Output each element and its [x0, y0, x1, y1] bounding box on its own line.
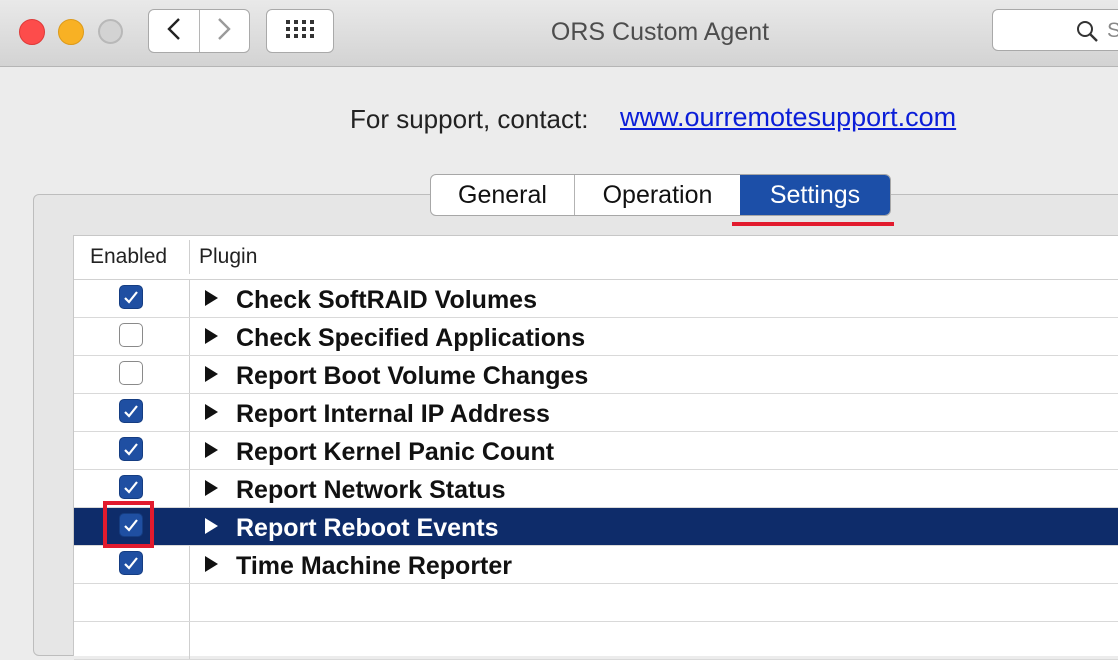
table-header: Enabled Plugin — [74, 236, 1118, 280]
disclosure-triangle-icon[interactable] — [205, 404, 218, 420]
enabled-checkbox[interactable] — [119, 285, 143, 309]
plugin-name: Time Machine Reporter — [236, 552, 513, 580]
search-field[interactable]: S — [992, 9, 1118, 51]
empty-row — [74, 622, 1118, 660]
disclosure-triangle-icon[interactable] — [205, 366, 218, 382]
plugin-name: Report Boot Volume Changes — [236, 362, 589, 390]
tab-highlight-underline — [732, 222, 894, 226]
tab-settings[interactable]: Settings — [740, 175, 890, 215]
table-row[interactable]: Report Network Status — [74, 470, 1118, 508]
plugin-name: Check SoftRAID Volumes — [236, 286, 537, 314]
table-row[interactable]: Report Reboot Events — [74, 508, 1118, 546]
disclosure-triangle-icon[interactable] — [205, 556, 218, 572]
forward-button[interactable] — [198, 10, 250, 52]
tab-bar: General Operation Settings — [430, 174, 891, 216]
enabled-checkbox[interactable] — [119, 551, 143, 575]
table-row[interactable]: Report Internal IP Address — [74, 394, 1118, 432]
tab-general[interactable]: General — [431, 175, 574, 215]
back-forward-group — [148, 9, 250, 53]
forward-arrow-icon — [217, 17, 231, 46]
table-row[interactable]: Check SoftRAID Volumes — [74, 280, 1118, 318]
column-header-plugin[interactable]: Plugin — [199, 245, 257, 269]
column-header-enabled[interactable]: Enabled — [90, 245, 167, 269]
disclosure-triangle-icon[interactable] — [205, 328, 218, 344]
table-row[interactable]: Check Specified Applications — [74, 318, 1118, 356]
enabled-checkbox[interactable] — [119, 361, 143, 385]
zoom-window-button[interactable] — [98, 19, 123, 44]
back-button[interactable] — [149, 10, 199, 52]
disclosure-triangle-icon[interactable] — [205, 480, 218, 496]
disclosure-triangle-icon[interactable] — [205, 442, 218, 458]
search-icon — [1075, 19, 1099, 48]
enabled-checkbox[interactable] — [119, 323, 143, 347]
plugin-name: Report Network Status — [236, 476, 506, 504]
minimize-window-button[interactable] — [58, 19, 84, 45]
table-body: Check SoftRAID Volumes Check Specified Ap… — [74, 280, 1118, 660]
empty-row — [74, 584, 1118, 622]
table-row[interactable]: Report Kernel Panic Count — [74, 432, 1118, 470]
enabled-checkbox[interactable] — [119, 437, 143, 461]
highlight-box — [103, 501, 154, 548]
column-separator — [189, 240, 190, 274]
window-title: ORS Custom Agent — [550, 18, 770, 46]
tab-operation[interactable]: Operation — [574, 175, 740, 215]
table-row[interactable]: Time Machine Reporter — [74, 546, 1118, 584]
plugin-name: Report Reboot Events — [236, 514, 499, 542]
grid-icon — [285, 19, 315, 44]
plugins-table: Enabled Plugin Check SoftRAID Volumes Che… — [73, 235, 1118, 660]
enabled-checkbox[interactable] — [119, 475, 143, 499]
plugin-name: Check Specified Applications — [236, 324, 586, 352]
disclosure-triangle-icon[interactable] — [205, 518, 218, 534]
table-row[interactable]: Report Boot Volume Changes — [74, 356, 1118, 394]
disclosure-triangle-icon[interactable] — [205, 290, 218, 306]
plugin-name: Report Internal IP Address — [236, 400, 550, 428]
close-window-button[interactable] — [19, 19, 45, 45]
plugin-name: Report Kernel Panic Count — [236, 438, 555, 466]
support-label: For support, contact: — [350, 104, 589, 134]
back-arrow-icon — [167, 17, 181, 46]
support-link[interactable]: www.ourremotesupport.com — [620, 102, 956, 133]
search-placeholder: S — [1107, 19, 1118, 42]
title-bar: ORS Custom Agent S — [0, 0, 1118, 67]
show-all-button[interactable] — [266, 9, 334, 53]
enabled-checkbox[interactable] — [119, 399, 143, 423]
